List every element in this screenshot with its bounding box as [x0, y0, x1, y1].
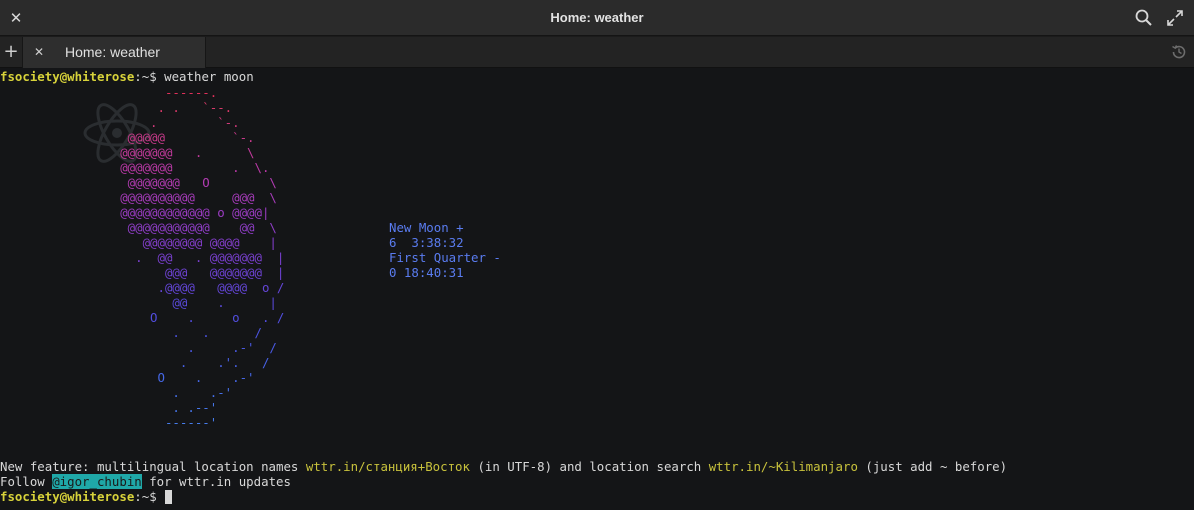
- feature-mid: (in UTF-8) and location search: [469, 459, 709, 474]
- feature-link-station[interactable]: wttr.in/станция+Восток: [306, 459, 470, 474]
- moon-art-row: . . `--.: [68, 100, 233, 115]
- follow-suffix: for wttr.in updates: [141, 474, 291, 489]
- moon-art-row: . `-.: [68, 115, 240, 130]
- moon-info-line-4: 0 18:40:31: [389, 265, 464, 280]
- moon-art-row: . . /: [68, 325, 262, 340]
- tab-label: Home: weather: [65, 44, 160, 60]
- moon-art-row: @@ . |: [68, 295, 277, 310]
- moon-art-row: @@@ @@@@@@@ |: [68, 265, 285, 280]
- command-line: fsociety@whiterose:~$ weather moon: [0, 69, 254, 84]
- title-bar: ✕ Home: weather: [0, 0, 1194, 36]
- moon-art-row: @@@@@@@@ @@@@ |: [68, 235, 277, 250]
- moon-art-row: ------': [68, 415, 218, 430]
- prompt-host: whiterose: [67, 489, 135, 504]
- moon-art-row: @@@@@@@ O \: [68, 175, 277, 190]
- moon-art-row: @@@@@ `-.: [68, 130, 255, 145]
- moon-info-line-2: 6 3:38:32: [389, 235, 464, 250]
- history-icon[interactable]: [1170, 43, 1188, 61]
- follow-prefix: Follow: [0, 474, 53, 489]
- moon-art-row: . .'. /: [68, 355, 270, 370]
- moon-art-row: . .-': [68, 385, 233, 400]
- moon-art-row: @@@@@@@@@@ @@@ \: [68, 190, 277, 205]
- moon-art-row: . @@ . @@@@@@@ |: [68, 250, 285, 265]
- command-text: weather moon: [164, 69, 254, 84]
- feature-prefix: New feature: multilingual location names: [0, 459, 306, 474]
- feature-suffix: (just add ~ before): [857, 459, 1008, 474]
- final-prompt-line: fsociety@whiterose:~$: [0, 489, 164, 504]
- tab-home-weather[interactable]: ✕ Home: weather: [22, 37, 206, 68]
- twitter-handle[interactable]: @igor_chubin: [52, 474, 142, 489]
- terminal-view[interactable]: fsociety@whiterose:~$ weather moon -----…: [0, 68, 1194, 510]
- search-icon[interactable]: [1134, 8, 1154, 28]
- prompt-host: whiterose: [67, 69, 135, 84]
- prompt-user: fsociety: [0, 69, 60, 84]
- moon-art-row: @@@@@@@ . \: [68, 145, 255, 160]
- moon-art-row: O . .-': [68, 370, 255, 385]
- moon-art-row: @@@@@@@@@@@ @@ \: [68, 220, 277, 235]
- prompt-path: :~$: [134, 69, 165, 84]
- text-cursor: [165, 490, 172, 504]
- tab-close-button[interactable]: ✕: [31, 43, 47, 61]
- moon-art-row: . .-' /: [68, 340, 277, 355]
- feature-link-kilimanjaro[interactable]: wttr.in/~Kilimanjaro: [709, 459, 858, 474]
- feature-line: New feature: multilingual location names…: [0, 459, 1007, 474]
- moon-art-row: @@@@@@@@@@@@ o @@@@|: [68, 205, 270, 220]
- moon-info-line-1: New Moon +: [389, 220, 464, 235]
- tab-bar: + ✕ Home: weather: [0, 37, 1194, 68]
- fullscreen-icon[interactable]: [1165, 8, 1185, 28]
- prompt-user: fsociety: [0, 489, 60, 504]
- window-title: Home: weather: [550, 10, 644, 25]
- moon-art-row: .@@@@ @@@@ o /: [68, 280, 285, 295]
- moon-art-row: @@@@@@@ . \.: [68, 160, 270, 175]
- moon-info-line-3: First Quarter -: [389, 250, 501, 265]
- moon-art-row: O . o . /: [68, 310, 285, 325]
- follow-line: Follow @igor_chubin for wttr.in updates: [0, 474, 291, 489]
- moon-art-row: ------.: [68, 85, 218, 100]
- new-tab-button[interactable]: +: [2, 41, 20, 63]
- prompt-path: :~$: [134, 489, 165, 504]
- moon-art-row: . .--': [68, 400, 218, 415]
